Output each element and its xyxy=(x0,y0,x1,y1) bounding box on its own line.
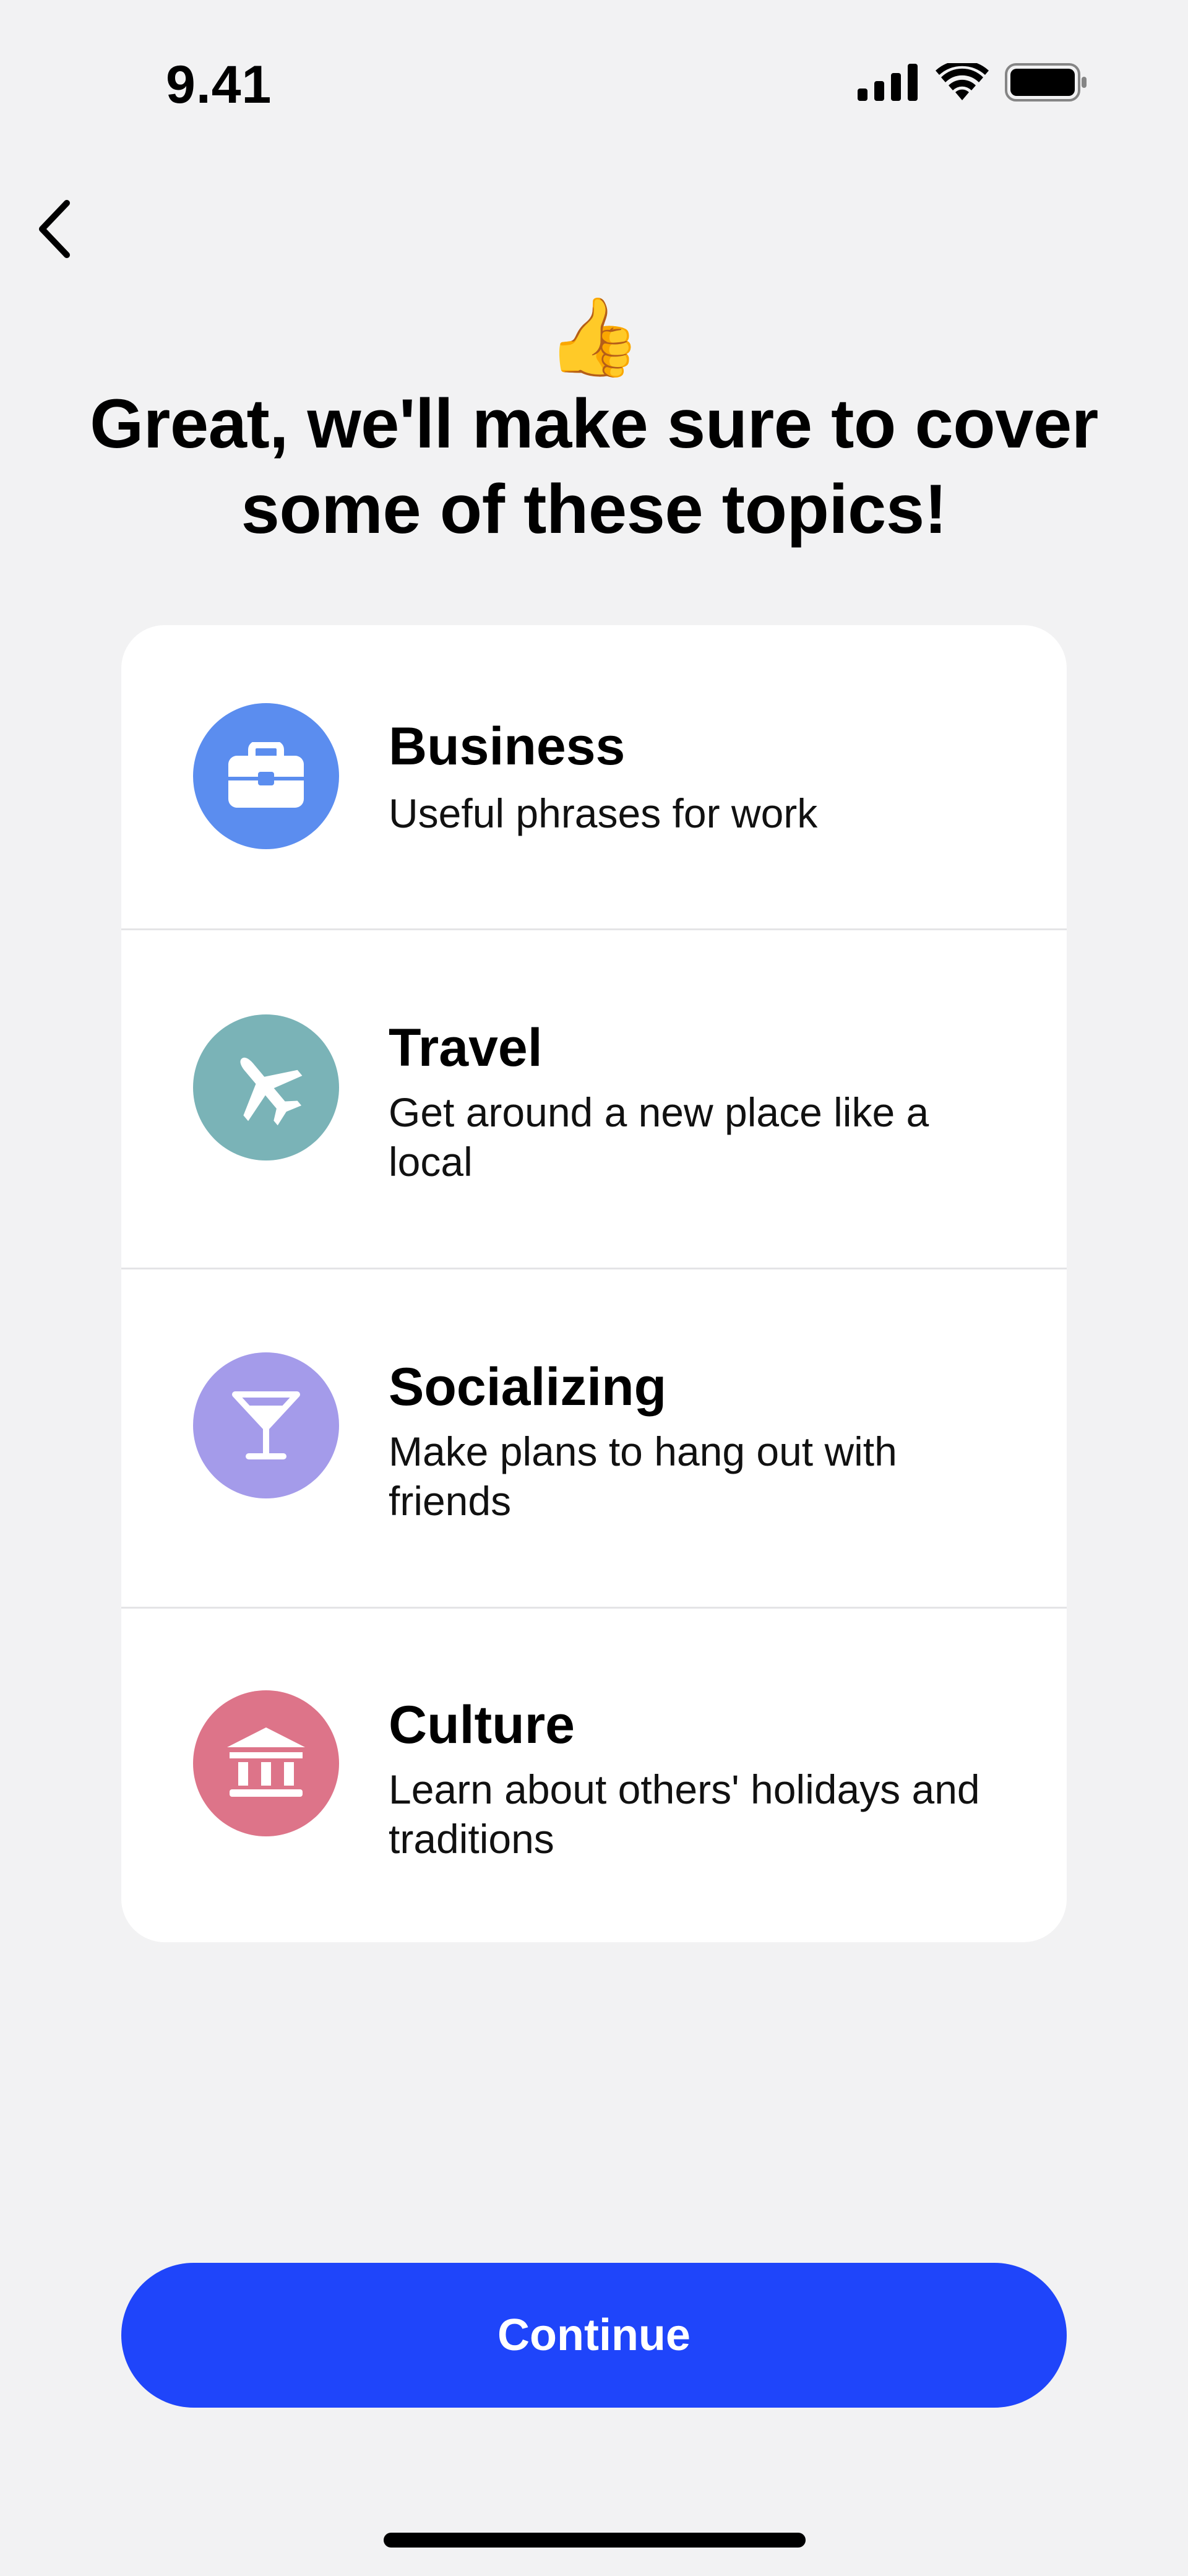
topic-title: Socializing xyxy=(389,1357,667,1417)
continue-button[interactable]: Continue xyxy=(121,2263,1067,2408)
status-time: 9.41 xyxy=(166,55,272,115)
topic-row-travel: Travel Get around a new place like a loc… xyxy=(121,928,1067,1268)
topic-title: Travel xyxy=(389,1018,543,1078)
home-indicator xyxy=(384,2533,806,2548)
battery-icon xyxy=(1005,63,1087,102)
airplane-icon xyxy=(193,1014,339,1160)
cocktail-icon xyxy=(193,1352,339,1498)
status-bar: 9.41 xyxy=(0,0,1188,161)
topic-title: Culture xyxy=(389,1695,575,1755)
back-button[interactable] xyxy=(17,186,92,272)
chevron-left-icon xyxy=(39,200,70,258)
briefcase-icon xyxy=(193,703,339,849)
page-title: Great, we'll make sure to cover some of … xyxy=(90,385,1098,548)
topic-row-socializing: Socializing Make plans to hang out with … xyxy=(121,1268,1067,1607)
status-icons xyxy=(858,63,1088,102)
topic-description: Get around a new place like a local xyxy=(389,1089,929,1185)
topics-card: Business Useful phrases for work Travel … xyxy=(121,625,1067,1942)
cellular-signal-icon xyxy=(858,64,918,101)
museum-icon xyxy=(193,1690,339,1836)
wifi-icon xyxy=(936,63,989,100)
topic-description: Make plans to hang out with friends xyxy=(389,1428,897,1524)
topic-row-business: Business Useful phrases for work xyxy=(121,625,1067,928)
thumbs-up-emoji: 👍 xyxy=(546,295,642,380)
topic-description: Learn about others' holidays and traditi… xyxy=(389,1766,980,1862)
topic-title: Business xyxy=(389,717,626,776)
topic-description: Useful phrases for work xyxy=(389,790,818,836)
topic-row-culture: Culture Learn about others' holidays and… xyxy=(121,1607,1067,1942)
